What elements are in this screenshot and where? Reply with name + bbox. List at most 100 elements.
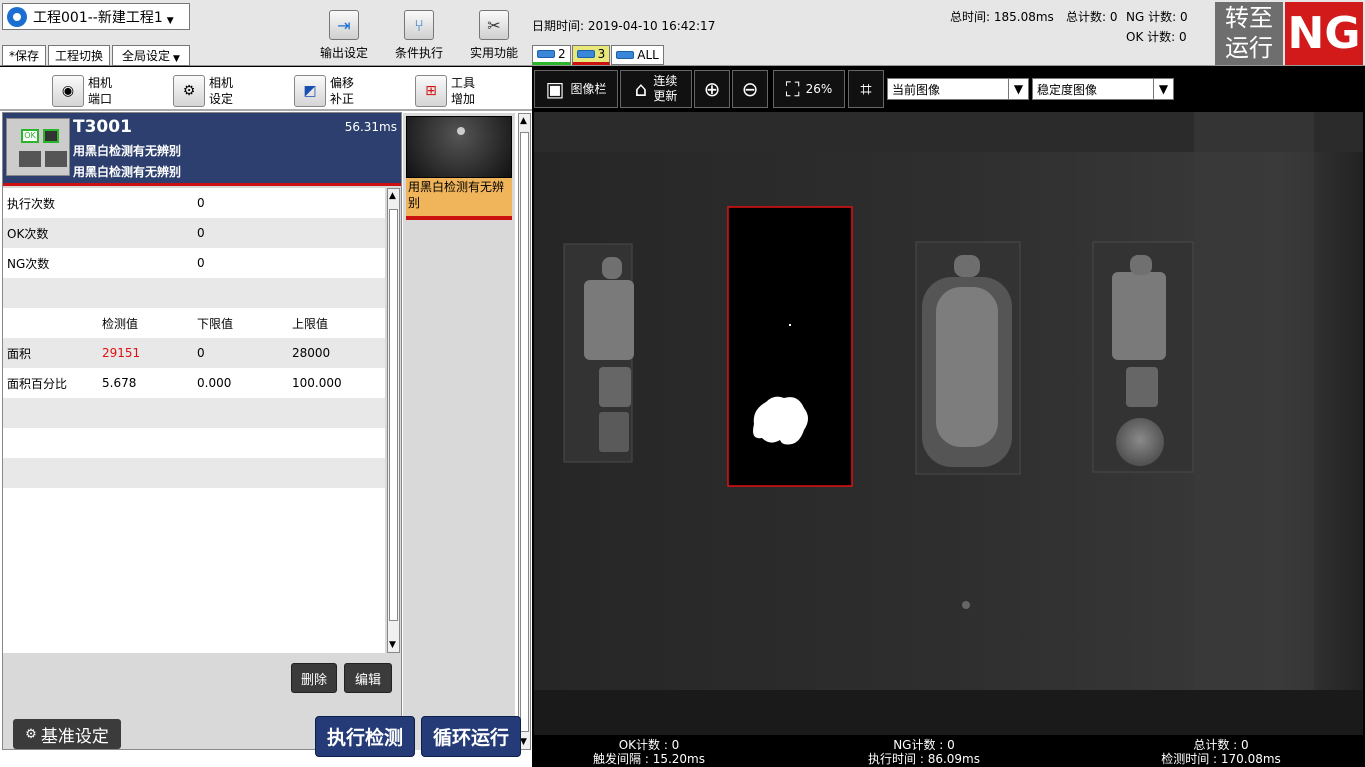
part-head: [1130, 255, 1152, 275]
camera-icon: ⌂: [634, 76, 648, 101]
image-bar-button[interactable]: ▣ 图像栏: [534, 70, 618, 108]
camera-port-label-2: 端口: [88, 92, 113, 106]
offset-label-2: 补正: [330, 92, 355, 106]
tool-thumbnail: OK: [6, 118, 70, 176]
fit-icon: ⛶: [785, 76, 800, 101]
tool-list-thumbnail[interactable]: [406, 116, 512, 178]
loop-run-button[interactable]: 循环运行: [421, 716, 521, 757]
global-settings-label: 全局设定: [122, 49, 171, 63]
project-switch-button[interactable]: 工程切换: [48, 45, 110, 66]
table-row: 面积百分比 5.678 0.000 100.000: [3, 368, 385, 398]
footer-ng: NG计数 : 0: [893, 738, 955, 752]
tool-header[interactable]: OK T3001 56.31ms 用黑白检测有无辨别 用黑白检测有无辨别: [3, 113, 401, 183]
image-bar-icon: ▣: [545, 76, 565, 101]
table-row: [3, 278, 385, 308]
global-settings-button[interactable]: 全局设定 ▼: [112, 45, 190, 66]
table-row: NG次数 0: [3, 248, 385, 278]
continuous-label-2: 更新: [653, 89, 678, 103]
total-time: 总时间: 185.08ms: [950, 10, 1054, 24]
scroll-up-icon[interactable]: ▲: [520, 116, 527, 126]
gear-icon: [7, 6, 27, 27]
roi-button[interactable]: ⌗: [848, 70, 884, 108]
part-body: [599, 412, 629, 452]
scroll-thumb[interactable]: [389, 209, 398, 621]
camera-settings-button[interactable]: ⚙ 相机 设定: [173, 73, 233, 109]
output-settings-button[interactable]: ⇥ 输出设定: [313, 10, 375, 62]
total-count: 总计数: 0: [1066, 10, 1118, 24]
project-name: 工程001--新建工程1: [33, 9, 163, 26]
datetime-label: 日期时间:: [532, 19, 585, 33]
table-header-row: 检测值 下限值 上限值: [3, 308, 385, 338]
fit-button[interactable]: ⛶ 26%: [773, 70, 845, 108]
camera-tab-all[interactable]: ALL: [611, 45, 664, 65]
block-icon: [19, 151, 41, 167]
save-button[interactable]: *保存: [2, 45, 46, 66]
conditional-exec-label: 条件执行: [394, 46, 443, 60]
stable-image-value: 稳定度图像: [1037, 82, 1098, 97]
tools-icon: ✂: [479, 10, 509, 40]
continuous-update-button[interactable]: ⌂ 连续 更新: [620, 70, 692, 108]
current-image-select[interactable]: 当前图像 ▼: [887, 78, 1029, 100]
status-line: [3, 183, 401, 186]
scroll-down-icon[interactable]: ▼: [389, 640, 396, 650]
measure-low: 0.000: [197, 376, 232, 390]
base-settings-icon: ⚙: [25, 726, 37, 742]
part-body: [1126, 367, 1158, 407]
chevron-down-icon: ▼: [166, 15, 174, 26]
base-settings-button[interactable]: ⚙ 基准设定: [13, 719, 121, 749]
camera-icon: [616, 51, 635, 59]
project-selector[interactable]: 工程001--新建工程1 ▼: [2, 3, 190, 30]
stable-image-select[interactable]: 稳定度图像 ▼: [1032, 78, 1174, 100]
camera-port-button[interactable]: ◉ 相机 端口: [52, 73, 112, 109]
footer-detect: 检测时间 : 170.08ms: [1161, 752, 1281, 766]
inspection-image: [534, 112, 1363, 735]
footer-trigger: 触发间隔 : 15.20ms: [593, 752, 705, 766]
part-body: [1112, 272, 1166, 360]
ok-icon: OK: [21, 129, 39, 143]
add-tool-button[interactable]: ⊞ 工具 增加: [415, 73, 475, 109]
scroll-down-icon[interactable]: ▼: [520, 737, 527, 747]
tool-list-scrollbar[interactable]: ▲ ▼: [518, 113, 531, 750]
scroll-up-icon[interactable]: ▲: [389, 191, 396, 201]
table-scrollbar[interactable]: ▲ ▼: [387, 188, 400, 653]
execute-detect-button[interactable]: 执行检测: [315, 716, 415, 757]
conditional-exec-button[interactable]: ⑂ 条件执行: [388, 10, 450, 62]
zoom-out-button[interactable]: ⊖: [732, 70, 768, 108]
delete-button[interactable]: 删除: [291, 663, 337, 693]
camera-icon: [537, 50, 555, 58]
switch-to-run-button[interactable]: 转至 运行: [1215, 2, 1283, 65]
stat-value: 0: [197, 226, 205, 240]
part-lens: [1116, 418, 1164, 466]
table-row: [3, 398, 385, 428]
part-head: [602, 257, 622, 279]
noise-dot: [789, 324, 791, 326]
zoom-in-icon: ⊕: [703, 76, 721, 101]
zoom-in-button[interactable]: ⊕: [694, 70, 730, 108]
measure-high: 100.000: [292, 376, 342, 390]
tool-id: T3001: [73, 117, 132, 137]
camera-tab-3[interactable]: 3: [571, 45, 611, 65]
scroll-thumb[interactable]: [520, 132, 529, 732]
measure-name: 面积: [7, 346, 32, 361]
camera-settings-label-1: 相机: [209, 76, 234, 90]
table-row: OK次数 0: [3, 218, 385, 248]
offset-correction-button[interactable]: ◩ 偏移 补正: [294, 73, 354, 109]
table-row: [3, 428, 385, 458]
camera-port-label-1: 相机: [88, 76, 113, 90]
stat-label: NG次数: [7, 256, 50, 271]
stat-value: 0: [197, 256, 205, 270]
edit-button[interactable]: 编辑: [344, 663, 392, 693]
output-settings-label: 输出设定: [319, 46, 368, 60]
utilities-button[interactable]: ✂ 实用功能: [463, 10, 525, 62]
footer-exec: 执行时间 : 86.09ms: [868, 752, 980, 766]
tool-list-label[interactable]: 用黑白检测有无辨别: [406, 178, 512, 216]
footer-ok: OK计数 : 0: [618, 738, 680, 752]
camera-tab-2[interactable]: 2: [532, 45, 571, 65]
utilities-label: 实用功能: [469, 46, 518, 60]
col-detect: 检测值: [102, 316, 139, 331]
col-low: 下限值: [197, 316, 234, 331]
divider: [0, 109, 532, 111]
chevron-down-icon: ▼: [1153, 79, 1173, 99]
camera-tab-label: 3: [597, 47, 606, 61]
image-viewer[interactable]: [534, 112, 1363, 735]
